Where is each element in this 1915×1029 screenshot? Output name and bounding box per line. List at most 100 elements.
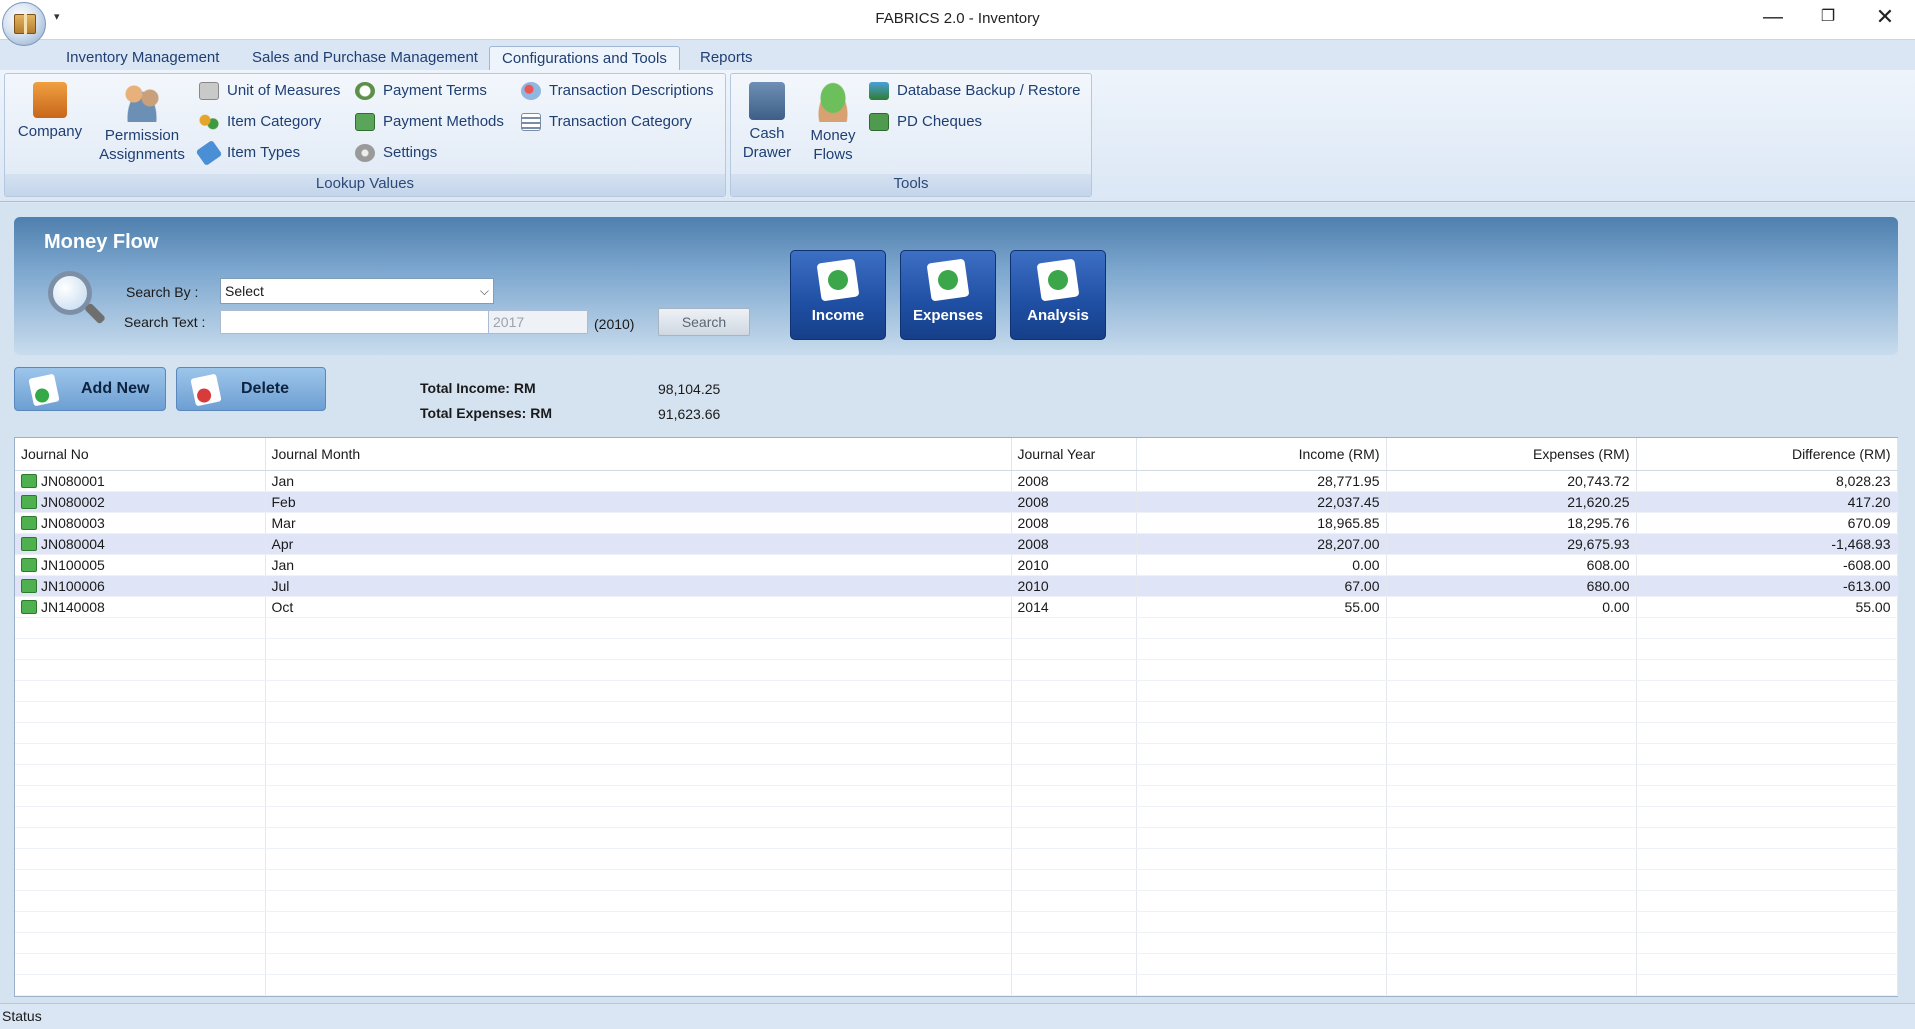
empty-cell xyxy=(1136,785,1387,807)
empty-cell xyxy=(15,890,266,912)
permission-label-line2: Assignments xyxy=(99,146,185,163)
transaction-descriptions-button[interactable]: Transaction Descriptions xyxy=(519,80,714,102)
column-header-journal-month[interactable]: Journal Month xyxy=(265,438,1012,471)
empty-cell xyxy=(1636,659,1898,681)
table-row[interactable]: JN080001 Jan 2008 28,771.95 20,743.72 8,028.2… xyxy=(15,470,1898,492)
cell-text: 67.00 xyxy=(1344,577,1380,594)
empty-cell xyxy=(1386,764,1637,786)
empty-cell xyxy=(1386,659,1637,681)
item-category-button[interactable]: Item Category xyxy=(197,111,321,133)
cell-year: 2008 xyxy=(1011,512,1137,534)
app-menu-button[interactable] xyxy=(2,2,46,46)
empty-cell xyxy=(1386,722,1637,744)
empty-cell xyxy=(1136,911,1387,933)
cell-expenses: 608.00 xyxy=(1386,554,1637,576)
database-backup-restore-button[interactable]: Database Backup / Restore xyxy=(867,80,1080,102)
ribbon: Company Permission Assignments Unit of M… xyxy=(0,70,1915,202)
empty-cell xyxy=(1636,890,1898,912)
cell-no: JN080001 xyxy=(15,470,266,492)
cell-text: 2008 xyxy=(1017,535,1049,552)
cell-expenses: 18,295.76 xyxy=(1386,512,1637,534)
transaction-category-label: Transaction Category xyxy=(549,113,692,130)
total-income-label: Total Income: RM xyxy=(420,380,536,396)
add-new-button[interactable]: Add New xyxy=(14,367,166,411)
money-flows-label-line2: Flows xyxy=(813,146,853,163)
search-by-select[interactable]: Select ⌵ xyxy=(220,278,494,304)
empty-cell xyxy=(1011,785,1137,807)
cell-year: 2010 xyxy=(1011,575,1137,597)
table-row[interactable]: JN100006 Jul 2010 67.00 680.00 -613.00 xyxy=(15,575,1898,597)
search-button[interactable]: Search xyxy=(658,308,750,336)
gear-icon xyxy=(355,144,375,162)
cell-expenses: 0.00 xyxy=(1386,596,1637,618)
empty-row xyxy=(15,806,1898,828)
table-row[interactable]: JN080003 Mar 2008 18,965.85 18,295.76 670.09 xyxy=(15,512,1898,534)
close-button[interactable]: ✕ xyxy=(1857,0,1913,36)
cell-text: 2010 xyxy=(1017,556,1049,573)
permission-assignments-button[interactable]: Permission Assignments xyxy=(95,82,189,164)
table-row[interactable]: JN100005 Jan 2010 0.00 608.00 -608.00 xyxy=(15,554,1898,576)
empty-cell xyxy=(1386,848,1637,870)
cell-text: JN140008 xyxy=(41,598,105,615)
column-header-journal-no[interactable]: Journal No xyxy=(15,438,266,471)
column-header-journal-year[interactable]: Journal Year xyxy=(1011,438,1137,471)
empty-cell xyxy=(1636,701,1898,723)
column-header-difference[interactable]: Difference (RM) xyxy=(1636,438,1898,471)
empty-cell xyxy=(1011,869,1137,891)
table-row[interactable]: JN080004 Apr 2008 28,207.00 29,675.93 -1,468.… xyxy=(15,533,1898,555)
cell-diff: 55.00 xyxy=(1636,596,1898,618)
table-row[interactable]: JN080002 Feb 2008 22,037.45 21,620.25 417.20 xyxy=(15,491,1898,513)
payment-methods-button[interactable]: Payment Methods xyxy=(353,111,504,133)
empty-cell xyxy=(1136,659,1387,681)
money-flows-button[interactable]: Money Flows xyxy=(801,82,865,164)
cell-diff: 670.09 xyxy=(1636,512,1898,534)
tab-reports[interactable]: Reports xyxy=(688,46,765,70)
empty-cell xyxy=(1011,638,1137,660)
expenses-tile-button[interactable]: Expenses xyxy=(900,250,996,340)
year-input[interactable]: 2017 xyxy=(488,310,588,334)
empty-cell xyxy=(1636,932,1898,954)
empty-cell xyxy=(1011,827,1137,849)
company-button[interactable]: Company xyxy=(13,82,87,141)
cell-text: 417.20 xyxy=(1847,493,1891,510)
transaction-category-button[interactable]: Transaction Category xyxy=(519,111,692,133)
empty-row xyxy=(15,743,1898,765)
table-row[interactable]: JN140008 Oct 2014 55.00 0.00 55.00 xyxy=(15,596,1898,618)
tab-sales-purchase-management[interactable]: Sales and Purchase Management xyxy=(240,46,490,70)
tab-configurations-tools[interactable]: Configurations and Tools xyxy=(489,46,680,70)
cell-income: 67.00 xyxy=(1136,575,1387,597)
cell-text: JN100006 xyxy=(41,577,105,594)
empty-cell xyxy=(1136,638,1387,660)
delete-button[interactable]: Delete xyxy=(176,367,326,411)
unit-of-measures-button[interactable]: Unit of Measures xyxy=(197,80,340,102)
cell-diff: -1,468.93 xyxy=(1636,533,1898,555)
settings-label: Settings xyxy=(383,144,438,161)
empty-cell xyxy=(1386,617,1637,639)
cell-text: 2014 xyxy=(1017,598,1049,615)
settings-button[interactable]: Settings xyxy=(353,142,437,164)
empty-cell xyxy=(1136,827,1387,849)
cell-text: -1,468.93 xyxy=(1831,535,1891,552)
restore-button[interactable]: ❐ xyxy=(1800,0,1856,36)
income-tile-button[interactable]: Income xyxy=(790,250,886,340)
search-text-input[interactable] xyxy=(220,310,494,334)
item-types-button[interactable]: Item Types xyxy=(195,139,300,167)
payment-terms-button[interactable]: Payment Terms xyxy=(353,80,487,102)
pd-cheques-button[interactable]: PD Cheques xyxy=(867,111,982,133)
tab-inventory-management[interactable]: Inventory Management xyxy=(54,46,231,70)
empty-cell xyxy=(15,911,266,933)
total-expenses-value: 91,623.66 xyxy=(658,406,721,422)
column-header-income[interactable]: Income (RM) xyxy=(1136,438,1387,471)
transaction-description-icon xyxy=(521,82,541,100)
cell-text: Jan xyxy=(271,472,295,489)
empty-cell xyxy=(1136,869,1387,891)
search-text-label: Search Text : xyxy=(124,314,206,330)
cell-text: 20,743.72 xyxy=(1567,472,1630,489)
cash-drawer-button[interactable]: Cash Drawer xyxy=(735,82,799,162)
column-header-expenses[interactable]: Expenses (RM) xyxy=(1386,438,1637,471)
journal-grid[interactable]: Journal No Journal Month Journal Year In… xyxy=(14,437,1898,997)
database-backup-restore-label: Database Backup / Restore xyxy=(897,82,1081,99)
cell-year: 2008 xyxy=(1011,491,1137,513)
minimize-button[interactable]: — xyxy=(1745,0,1801,36)
analysis-tile-button[interactable]: Analysis xyxy=(1010,250,1106,340)
